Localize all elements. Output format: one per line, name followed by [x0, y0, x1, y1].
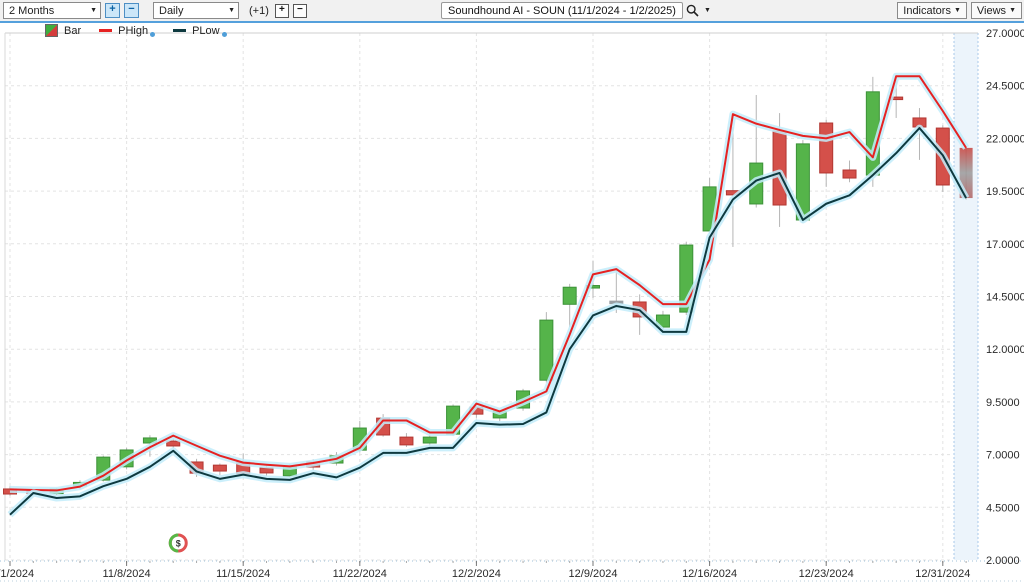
legend-bar-label: Bar: [64, 25, 81, 37]
svg-text:11/15/2024: 11/15/2024: [216, 568, 270, 580]
legend-item-plow[interactable]: PLow: [173, 25, 227, 37]
current-bar-highlight-band: [954, 33, 978, 560]
candle[interactable]: [750, 95, 763, 208]
svg-text:12/31/2024: 12/31/2024: [915, 568, 970, 580]
candle[interactable]: [423, 435, 436, 446]
svg-text:19.5000: 19.5000: [986, 186, 1024, 198]
candle[interactable]: [843, 161, 856, 183]
earnings-event-marker-icon[interactable]: $: [170, 535, 186, 551]
legend-item-phigh[interactable]: PHigh: [99, 25, 155, 37]
svg-text:9.5000: 9.5000: [986, 397, 1020, 409]
legend-plow-label: PLow: [192, 25, 220, 37]
svg-text:17.0000: 17.0000: [986, 239, 1024, 251]
svg-text:11/8/2024: 11/8/2024: [103, 568, 151, 580]
candle[interactable]: [213, 463, 226, 475]
svg-text:12.0000: 12.0000: [986, 344, 1024, 356]
x-axis: [0, 561, 1024, 581]
price-chart[interactable]: $27.0000 24.5000 22.0000 19.5000 17.0000 14.5…: [0, 0, 1024, 584]
legend-phigh-label: PHigh: [118, 25, 148, 37]
phigh-settings-dot-icon[interactable]: [150, 32, 155, 37]
plow-line-swatch-icon: [173, 29, 186, 32]
y-axis-labels: 27.0000 24.5000 22.0000 19.5000 17.0000 14.50…: [986, 28, 1024, 567]
svg-text:27.0000: 27.0000: [986, 28, 1024, 40]
svg-text:14.5000: 14.5000: [986, 292, 1024, 304]
svg-text:12/9/2024: 12/9/2024: [569, 568, 618, 580]
svg-text:2.0000: 2.0000: [986, 555, 1020, 567]
bar-series-swatch-icon: [45, 24, 58, 37]
svg-text:12/16/2024: 12/16/2024: [682, 568, 737, 580]
candle[interactable]: [400, 433, 413, 447]
gridlines: [5, 33, 978, 560]
legend-item-bar[interactable]: Bar: [45, 24, 81, 37]
svg-text:11/22/2024: 11/22/2024: [333, 568, 387, 580]
svg-text:22.0000: 22.0000: [986, 133, 1024, 145]
phigh-line-swatch-icon: [99, 29, 112, 32]
candle[interactable]: [820, 120, 833, 187]
svg-text:11/1/2024: 11/1/2024: [0, 568, 34, 580]
plow-settings-dot-icon[interactable]: [222, 32, 227, 37]
x-axis-labels: 11/1/2024 11/8/2024 11/15/2024 11/22/2024 12…: [0, 568, 970, 580]
plow-line[interactable]: [10, 128, 966, 515]
chart-legend: Bar PHigh PLow: [45, 24, 245, 37]
svg-text:$: $: [176, 539, 181, 549]
svg-text:7.0000: 7.0000: [986, 450, 1020, 462]
svg-text:12/2/2024: 12/2/2024: [452, 568, 501, 580]
svg-text:24.5000: 24.5000: [986, 81, 1024, 93]
svg-text:4.5000: 4.5000: [986, 502, 1020, 514]
svg-text:12/23/2024: 12/23/2024: [799, 568, 854, 580]
phigh-line[interactable]: [10, 76, 966, 490]
